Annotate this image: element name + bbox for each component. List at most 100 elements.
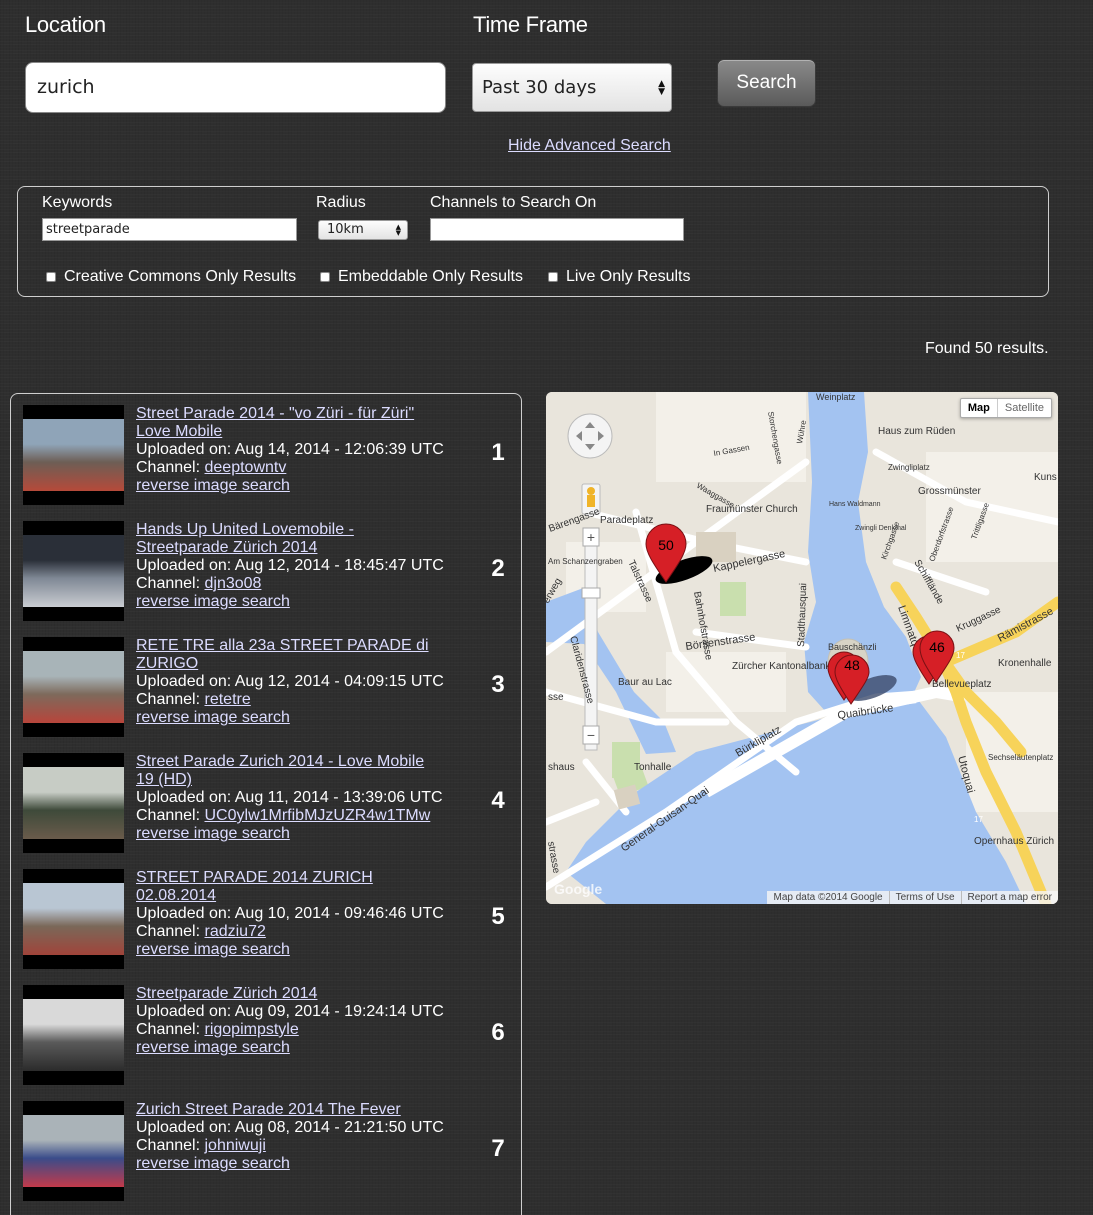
- reverse-image-search-link[interactable]: reverse image search: [136, 1155, 290, 1172]
- channel-link[interactable]: radziu72: [205, 923, 266, 940]
- map-type-control: Map Satellite: [959, 398, 1052, 418]
- location-input[interactable]: zurich: [25, 62, 446, 113]
- result-item: Zurich Street Parade 2014 The Fever Uplo…: [23, 1101, 513, 1201]
- timeframe-select[interactable]: Past 30 days ▲ ▼: [472, 63, 672, 112]
- video-title-link[interactable]: Streetparade Zürich 2014: [136, 985, 317, 1002]
- channel-link[interactable]: johniwuji: [205, 1137, 266, 1154]
- map-data-credit: Map data ©2014 Google: [773, 892, 883, 903]
- result-number: 7: [491, 1135, 505, 1162]
- video-thumbnail[interactable]: [23, 869, 124, 969]
- map-label: Sechseläutenplatz: [988, 753, 1053, 762]
- channel-label: Channel:: [136, 807, 205, 824]
- map-label: Weinplatz: [816, 392, 856, 402]
- map-view[interactable]: + − Weinplatz Haus zum Rüden Zwingliplat…: [546, 392, 1058, 904]
- result-number: 1: [491, 439, 505, 466]
- video-title-link[interactable]: RETE TRE alla 23a STREET PARADE di: [136, 637, 429, 654]
- video-thumbnail[interactable]: [23, 1101, 124, 1201]
- video-thumbnail[interactable]: [23, 985, 124, 1085]
- svg-text:50: 50: [658, 537, 674, 553]
- map-label: Fraumünster Church: [706, 504, 798, 515]
- channel-link[interactable]: djn3o08: [205, 575, 262, 592]
- radius-label: Radius: [316, 194, 366, 211]
- video-title-link[interactable]: Hands Up United Lovemobile -: [136, 521, 354, 538]
- video-title-link-cont[interactable]: Love Mobile: [136, 423, 222, 440]
- result-item: Hands Up United Lovemobile - Streetparad…: [23, 521, 513, 621]
- report-map-error-link[interactable]: Report a map error: [960, 891, 1058, 904]
- result-item: Street Parade 2014 - "vo Züri - für Züri…: [23, 405, 513, 505]
- upload-date: Uploaded on: Aug 10, 2014 - 09:46:46 UTC: [136, 905, 444, 922]
- result-details: Zurich Street Parade 2014 The Fever Uplo…: [136, 1101, 466, 1173]
- location-label: Location: [25, 12, 106, 37]
- upload-date: Uploaded on: Aug 11, 2014 - 13:39:06 UTC: [136, 789, 443, 806]
- reverse-image-search-link[interactable]: reverse image search: [136, 477, 290, 494]
- reverse-image-search-link[interactable]: reverse image search: [136, 825, 290, 842]
- results-count: Found 50 results.: [925, 340, 1049, 357]
- result-number: 5: [491, 903, 505, 930]
- result-number: 4: [491, 787, 505, 814]
- radius-value: 10km: [327, 222, 364, 237]
- hide-advanced-search-link[interactable]: Hide Advanced Search: [508, 137, 671, 155]
- reverse-image-search-link[interactable]: reverse image search: [136, 1039, 290, 1056]
- result-details: Street Parade 2014 - "vo Züri - für Züri…: [136, 405, 466, 495]
- upload-date: Uploaded on: Aug 12, 2014 - 04:09:15 UTC: [136, 673, 444, 690]
- video-title-link-cont[interactable]: ZURIGO: [136, 655, 198, 672]
- channel-label: Channel:: [136, 1137, 205, 1154]
- result-number: 2: [491, 555, 505, 582]
- timeframe-value: Past 30 days: [482, 77, 597, 98]
- search-button[interactable]: Search: [717, 59, 816, 107]
- result-details: Hands Up United Lovemobile - Streetparad…: [136, 521, 466, 611]
- live-only-checkbox[interactable]: [548, 272, 558, 282]
- channel-link[interactable]: rigopimpstyle: [205, 1021, 299, 1038]
- channel-label: Channel:: [136, 575, 205, 592]
- video-title-link[interactable]: Street Parade 2014 - "vo Züri - für Züri…: [136, 405, 414, 422]
- channel-link[interactable]: deeptowntv: [205, 459, 287, 476]
- map-type-satellite-button[interactable]: Satellite: [996, 399, 1051, 417]
- video-thumbnail[interactable]: [23, 753, 124, 853]
- radius-select[interactable]: 10km ▲ ▼: [318, 220, 408, 240]
- video-title-link-cont[interactable]: 02.08.2014: [136, 887, 216, 904]
- creative-commons-label: Creative Commons Only Results: [64, 268, 297, 285]
- video-thumbnail[interactable]: [23, 521, 124, 621]
- video-title-link[interactable]: Zurich Street Parade 2014 The Fever: [136, 1101, 401, 1118]
- video-title-link-cont[interactable]: 19 (HD): [136, 771, 192, 788]
- creative-commons-option[interactable]: Creative Commons Only Results: [46, 268, 296, 286]
- reverse-image-search-link[interactable]: reverse image search: [136, 941, 290, 958]
- result-item: Street Parade Zurich 2014 - Love Mobile …: [23, 753, 513, 853]
- map-label: Bellevueplatz: [932, 679, 991, 690]
- map-label: Zürcher Kantonalbank: [732, 661, 831, 672]
- google-logo: Google: [554, 881, 602, 897]
- live-only-option[interactable]: Live Only Results: [548, 268, 691, 286]
- video-thumbnail[interactable]: [23, 405, 124, 505]
- map-label: Stadthausquai: [796, 583, 809, 647]
- reverse-image-search-link[interactable]: reverse image search: [136, 593, 290, 610]
- channel-link[interactable]: UC0ylw1MrfibMJzUZR4w1TMw: [205, 807, 431, 824]
- video-thumbnail[interactable]: [23, 637, 124, 737]
- results-panel: Street Parade 2014 - "vo Züri - für Züri…: [10, 393, 522, 1215]
- svg-text:−: −: [587, 727, 595, 743]
- channel-link[interactable]: retetre: [205, 691, 251, 708]
- map-type-map-button[interactable]: Map: [961, 399, 997, 417]
- channels-input[interactable]: [430, 218, 684, 241]
- reverse-image-search-link[interactable]: reverse image search: [136, 709, 290, 726]
- svg-text:48: 48: [844, 657, 860, 673]
- video-title-link[interactable]: Street Parade Zurich 2014 - Love Mobile: [136, 753, 424, 770]
- result-item: Streetparade Zürich 2014 Uploaded on: Au…: [23, 985, 513, 1085]
- result-details: STREET PARADE 2014 ZURICH 02.08.2014 Upl…: [136, 869, 466, 959]
- video-title-link-cont[interactable]: Streetparade Zürich 2014: [136, 539, 317, 556]
- map-label: sse: [548, 692, 564, 703]
- map-label: Am Schanzengraben: [548, 557, 623, 566]
- map-label: Grossmünster: [918, 486, 981, 497]
- embeddable-option[interactable]: Embeddable Only Results: [320, 268, 523, 286]
- video-title-link[interactable]: STREET PARADE 2014 ZURICH: [136, 869, 373, 886]
- embeddable-checkbox[interactable]: [320, 272, 330, 282]
- terms-of-use-link[interactable]: Terms of Use: [888, 891, 961, 904]
- map-label: Opernhaus Zürich: [974, 836, 1054, 847]
- keywords-input[interactable]: streetparade: [42, 218, 297, 241]
- result-item: RETE TRE alla 23a STREET PARADE di ZURIG…: [23, 637, 513, 737]
- upload-date: Uploaded on: Aug 12, 2014 - 18:45:47 UTC: [136, 557, 444, 574]
- map-canvas[interactable]: + − Weinplatz Haus zum Rüden Zwingliplat…: [546, 392, 1058, 904]
- select-arrows-icon: ▲ ▼: [395, 223, 401, 237]
- creative-commons-checkbox[interactable]: [46, 272, 56, 282]
- result-number: 3: [491, 671, 505, 698]
- map-label: Bauschänzli: [828, 642, 877, 652]
